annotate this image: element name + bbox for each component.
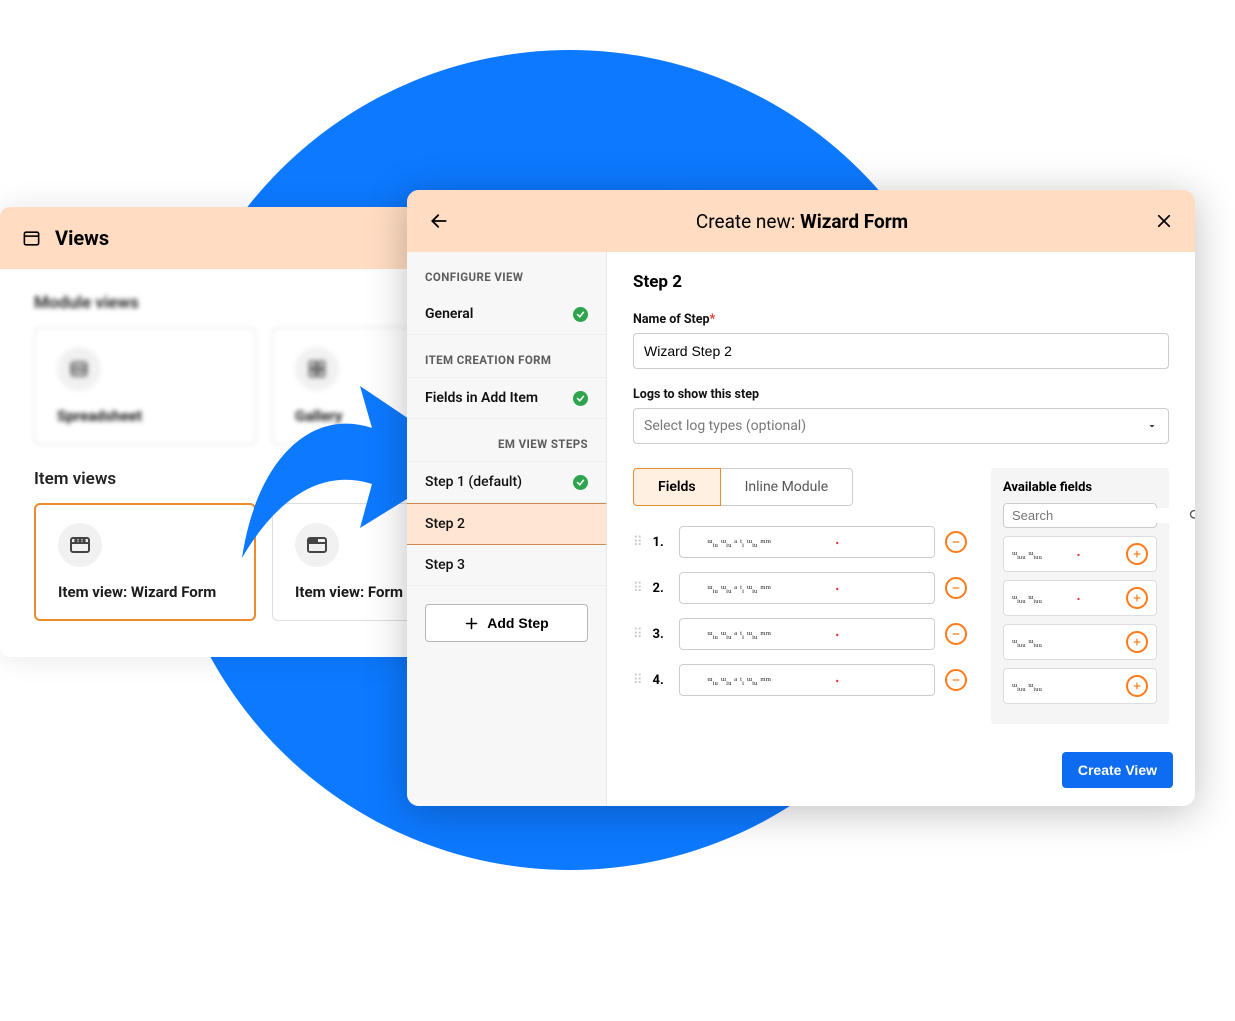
remove-field-button[interactable] <box>945 669 967 691</box>
module-card-label: Spreadsheet <box>57 407 142 425</box>
sidebar-item-step3[interactable]: Step 3 <box>407 545 606 586</box>
sidebar-item-fields-add[interactable]: Fields in Add Item <box>407 377 606 419</box>
tab-inline-module[interactable]: Inline Module <box>721 468 854 506</box>
field-row: ⠿ 2. ᵚᵢᵤ ᵚᵢᵤ ᵃ ᵗᵢ ᵚᵢᵤ ᵐᵐ <box>633 572 967 604</box>
back-button[interactable] <box>429 211 449 231</box>
svg-text:ᵚᵢᵤ ᵚᵢᵤ ᵃ ᵗᵢ ᵚᵢᵤ ᵐᵐ: ᵚᵢᵤ ᵚᵢᵤ ᵃ ᵗᵢ ᵚᵢᵤ ᵐᵐ <box>707 675 771 687</box>
available-field-item[interactable]: ᵚᵢᵤᵤ ᵚᵢᵤᵤ <box>1003 668 1157 704</box>
check-icon <box>573 307 588 322</box>
sidebar-item-label: Step 3 <box>425 557 465 573</box>
wizard-title: Create new: Wizard Form <box>449 210 1155 233</box>
logs-select[interactable]: Select log types (optional) <box>633 408 1169 444</box>
check-icon <box>573 391 588 406</box>
required-asterisk: * <box>710 312 716 327</box>
field-row: ⠿ 3. ᵚᵢᵤ ᵚᵢᵤ ᵃ ᵗᵢ ᵚᵢᵤ ᵐᵐ <box>633 618 967 650</box>
drag-handle-icon[interactable]: ⠿ <box>633 581 643 596</box>
add-field-button[interactable] <box>1126 675 1148 697</box>
chevron-down-icon <box>1146 420 1158 432</box>
remove-field-button[interactable] <box>945 623 967 645</box>
spreadsheet-icon <box>68 358 90 380</box>
field-slot[interactable]: ᵚᵢᵤ ᵚᵢᵤ ᵃ ᵗᵢ ᵚᵢᵤ ᵐᵐ <box>679 664 935 696</box>
tabs: Fields Inline Module <box>633 468 967 506</box>
remove-field-button[interactable] <box>945 531 967 553</box>
logs-placeholder: Select log types (optional) <box>644 418 806 434</box>
name-of-step-label: Name of Step* <box>633 312 1169 327</box>
field-slot[interactable]: ᵚᵢᵤ ᵚᵢᵤ ᵃ ᵗᵢ ᵚᵢᵤ ᵐᵐ <box>679 526 935 558</box>
views-title: Views <box>55 226 109 250</box>
field-row: ⠿ 1. ᵚᵢᵤ ᵚᵢᵤ ᵃ ᵗᵢ ᵚᵢᵤ ᵐᵐ <box>633 526 967 558</box>
wizard-content: Step 2 Name of Step* Logs to show this s… <box>607 252 1195 806</box>
svg-text:ᵚᵢᵤᵤ ᵚᵢᵤᵤ: ᵚᵢᵤᵤ ᵚᵢᵤᵤ <box>1012 638 1042 649</box>
sidebar-section-creation-form: ITEM CREATION FORM <box>407 335 606 377</box>
field-seq: 3. <box>653 627 669 642</box>
svg-text:ᵚᵢᵤᵤ ᵚᵢᵤᵤ: ᵚᵢᵤᵤ ᵚᵢᵤᵤ <box>1012 594 1042 605</box>
search-icon <box>1188 508 1195 523</box>
logs-label: Logs to show this step <box>633 387 1169 402</box>
sidebar-section-configure: CONFIGURE VIEW <box>407 252 606 294</box>
available-fields-title: Available fields <box>1003 480 1157 495</box>
add-field-button[interactable] <box>1126 631 1148 653</box>
svg-text:ᵚᵢᵤ ᵚᵢᵤ ᵃ ᵗᵢ ᵚᵢᵤ ᵐᵐ: ᵚᵢᵤ ᵚᵢᵤ ᵃ ᵗᵢ ᵚᵢᵤ ᵐᵐ <box>707 629 771 641</box>
label-text: Name of Step <box>633 312 710 327</box>
svg-text:ᵚᵢᵤᵤ ᵚᵢᵤᵤ: ᵚᵢᵤᵤ ᵚᵢᵤᵤ <box>1012 682 1042 693</box>
add-step-button[interactable]: Add Step <box>425 604 588 642</box>
drag-handle-icon[interactable]: ⠿ <box>633 673 643 688</box>
sidebar-item-step1[interactable]: Step 1 (default) <box>407 461 606 503</box>
wizard-header: Create new: Wizard Form <box>407 190 1195 252</box>
close-button[interactable] <box>1155 212 1173 230</box>
svg-text:ᵚᵢᵤ ᵚᵢᵤ ᵃ ᵗᵢ ᵚᵢᵤ ᵐᵐ: ᵚᵢᵤ ᵚᵢᵤ ᵃ ᵗᵢ ᵚᵢᵤ ᵐᵐ <box>707 537 771 549</box>
add-step-label: Add Step <box>487 615 548 631</box>
wizard-title-name: Wizard Form <box>800 210 908 233</box>
sidebar-item-label: Step 2 <box>425 516 465 532</box>
add-field-button[interactable] <box>1126 587 1148 609</box>
svg-text:ᵚᵢᵤᵤ ᵚᵢᵤᵤ: ᵚᵢᵤᵤ ᵚᵢᵤᵤ <box>1012 550 1042 561</box>
available-field-item[interactable]: ᵚᵢᵤᵤ ᵚᵢᵤᵤ <box>1003 580 1157 616</box>
tab-fields[interactable]: Fields <box>633 468 721 506</box>
item-card-label: Item view: Form <box>295 583 403 601</box>
field-slot[interactable]: ᵚᵢᵤ ᵚᵢᵤ ᵃ ᵗᵢ ᵚᵢᵤ ᵐᵐ <box>679 618 935 650</box>
field-seq: 2. <box>653 581 669 596</box>
sidebar-item-label: Fields in Add Item <box>425 390 538 406</box>
field-seq: 1. <box>653 535 669 550</box>
available-field-item[interactable]: ᵚᵢᵤᵤ ᵚᵢᵤᵤ <box>1003 536 1157 572</box>
name-of-step-input[interactable] <box>633 333 1169 369</box>
available-field-item[interactable]: ᵚᵢᵤᵤ ᵚᵢᵤᵤ <box>1003 624 1157 660</box>
field-slot[interactable]: ᵚᵢᵤ ᵚᵢᵤ ᵃ ᵗᵢ ᵚᵢᵤ ᵐᵐ <box>679 572 935 604</box>
step-heading: Step 2 <box>633 272 1169 292</box>
field-seq: 4. <box>653 673 669 688</box>
svg-text:ᵚᵢᵤ ᵚᵢᵤ ᵃ ᵗᵢ ᵚᵢᵤ ᵐᵐ: ᵚᵢᵤ ᵚᵢᵤ ᵃ ᵗᵢ ᵚᵢᵤ ᵐᵐ <box>707 583 771 595</box>
field-row: ⠿ 4. ᵚᵢᵤ ᵚᵢᵤ ᵃ ᵗᵢ ᵚᵢᵤ ᵐᵐ <box>633 664 967 696</box>
sidebar-item-general[interactable]: General <box>407 294 606 335</box>
wizard-dialog: Create new: Wizard Form CONFIGURE VIEW G… <box>407 190 1195 806</box>
item-card-label: Item view: Wizard Form <box>58 583 216 601</box>
window-icon <box>22 229 41 248</box>
sidebar-item-label: Step 1 (default) <box>425 474 522 490</box>
wizard-sidebar: CONFIGURE VIEW General ITEM CREATION FOR… <box>407 252 607 806</box>
available-search-input[interactable] <box>1012 508 1188 523</box>
drag-handle-icon[interactable]: ⠿ <box>633 627 643 642</box>
wizard-title-prefix: Create new: <box>696 210 800 233</box>
sidebar-section-view-steps: EM VIEW STEPS <box>407 419 606 461</box>
sidebar-item-step2[interactable]: Step 2 <box>407 503 606 545</box>
add-field-button[interactable] <box>1126 543 1148 565</box>
remove-field-button[interactable] <box>945 577 967 599</box>
field-list: ⠿ 1. ᵚᵢᵤ ᵚᵢᵤ ᵃ ᵗᵢ ᵚᵢᵤ ᵐᵐ ⠿ 2. ᵚᵢᵤ ᵚᵢᵤ ᵃ … <box>633 526 967 696</box>
sidebar-item-label: General <box>425 306 473 322</box>
wizard-form-icon <box>68 533 92 557</box>
check-icon <box>573 475 588 490</box>
create-view-button[interactable]: Create View <box>1062 752 1173 788</box>
available-fields-panel: Available fields ᵚᵢᵤᵤ ᵚᵢᵤᵤ ᵚᵢᵤᵤ ᵚᵢᵤᵤ ᵚᵢᵤ… <box>991 468 1169 724</box>
available-search[interactable] <box>1003 503 1157 528</box>
drag-handle-icon[interactable]: ⠿ <box>633 535 643 550</box>
